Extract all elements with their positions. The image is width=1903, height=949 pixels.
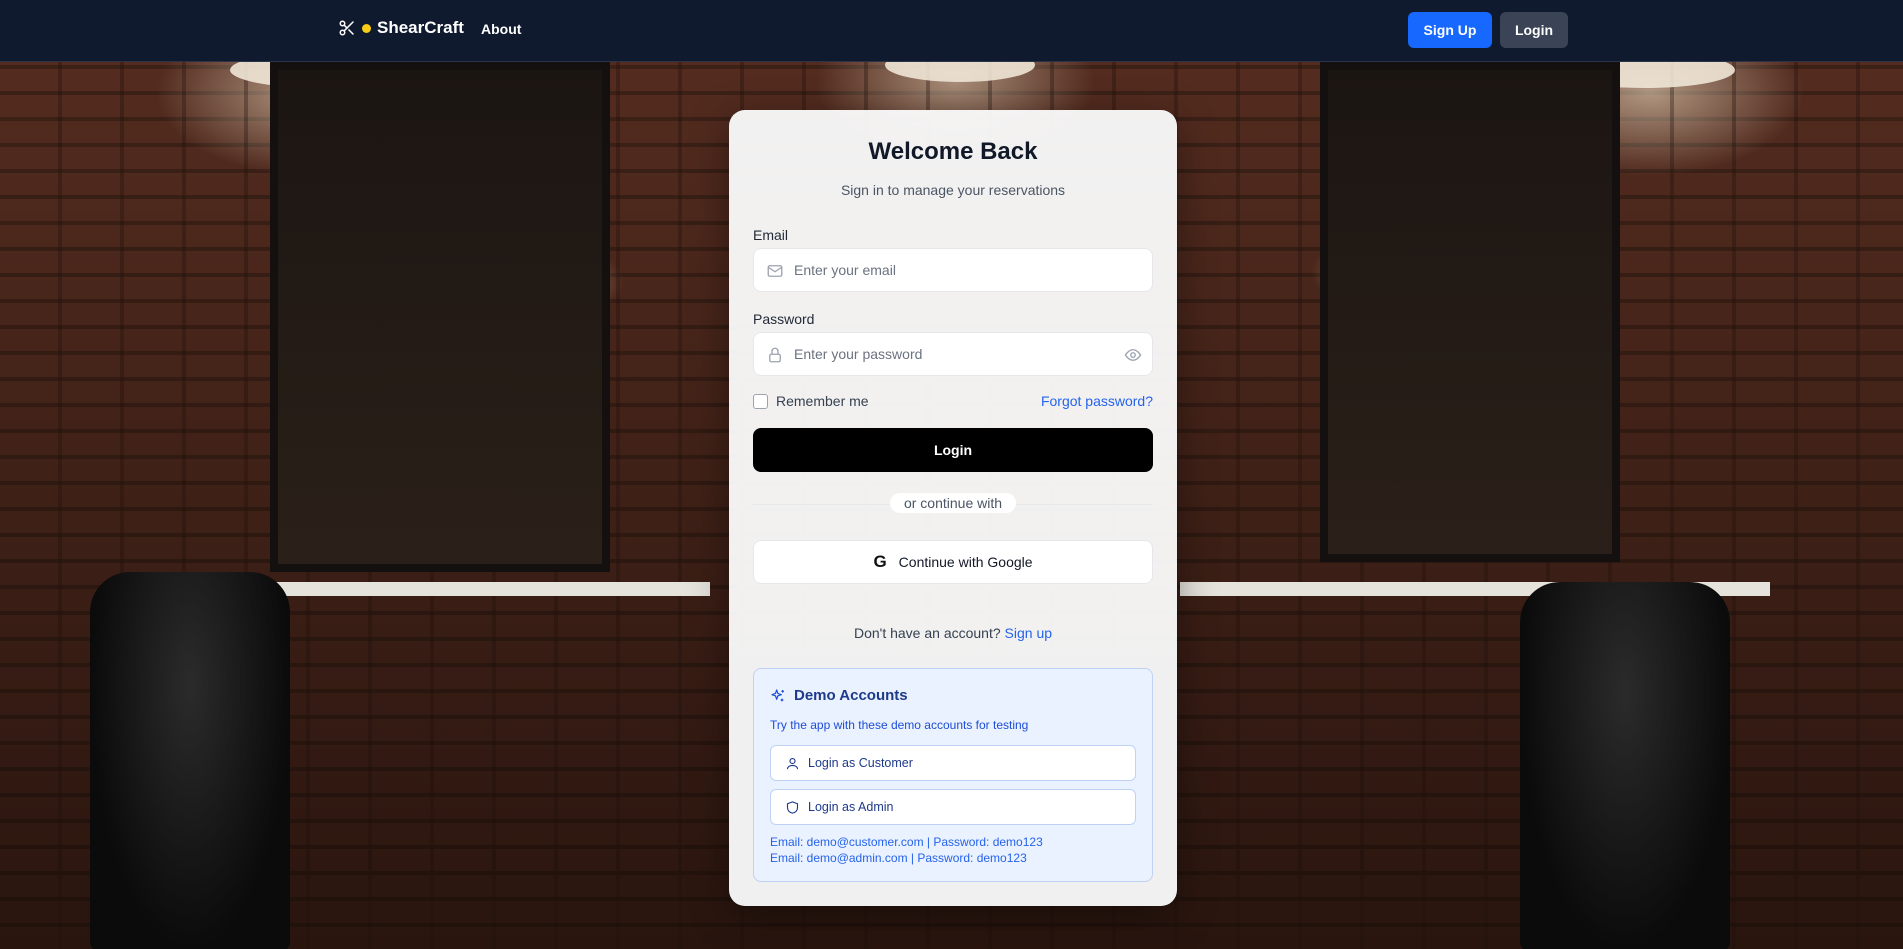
brand-dot	[362, 23, 371, 33]
login-nav-button[interactable]: Login	[1500, 12, 1568, 48]
no-account-text: Don't have an account?	[853, 625, 1001, 641]
remember-me[interactable]: Remember me	[753, 393, 869, 409]
navbar: ShearCraft About Sign Up Login	[0, 0, 1903, 62]
google-login-button[interactable]: G Continue with Google	[753, 540, 1153, 584]
sparkles-icon	[771, 688, 784, 701]
demo-title: Demo Accounts	[794, 687, 908, 704]
brand-name: ShearCraft	[377, 18, 464, 37]
google-button-label: Continue with Google	[898, 554, 1033, 570]
login-as-customer-button[interactable]: Login as Customer	[770, 745, 1136, 781]
email-field-wrapper	[753, 248, 1153, 292]
password-label: Password	[753, 311, 815, 327]
demo-description: Try the app with these demo accounts for…	[770, 718, 1029, 732]
customer-credentials: Email: demo@customer.com | Password: dem…	[770, 835, 1043, 849]
forgot-password-link[interactable]: Forgot password?	[1041, 393, 1153, 409]
password-field-wrapper	[753, 332, 1153, 376]
login-button[interactable]: Login	[753, 428, 1153, 472]
login-as-admin-button[interactable]: Login as Admin	[770, 789, 1136, 825]
page-title: Welcome Back	[868, 138, 1038, 165]
email-label: Email	[753, 227, 789, 243]
signup-button[interactable]: Sign Up	[1408, 12, 1492, 48]
nav-link-about[interactable]: About	[481, 21, 521, 37]
demo-accounts-panel: Demo Accounts Try the app with these dem…	[753, 668, 1153, 882]
brand-logo[interactable]: ShearCraft	[338, 18, 464, 38]
scissors-icon	[339, 20, 354, 36]
google-icon: G	[873, 552, 887, 571]
password-field[interactable]	[794, 333, 1114, 375]
page-subtitle: Sign in to manage your reservations	[840, 182, 1066, 198]
admin-credentials: Email: demo@admin.com | Password: demo12…	[770, 851, 1027, 865]
customer-button-label: Login as Customer	[808, 756, 913, 770]
mail-icon	[767, 265, 783, 277]
remember-checkbox[interactable]	[753, 393, 768, 409]
shield-icon	[786, 800, 799, 814]
admin-button-label: Login as Admin	[808, 800, 894, 814]
email-field[interactable]	[794, 249, 1114, 291]
signup-prompt: Don't have an account? Sign up	[729, 625, 1177, 641]
eye-icon[interactable]	[1124, 346, 1142, 364]
signup-link[interactable]: Sign up	[1005, 625, 1052, 641]
login-card: Welcome Back Sign in to manage your rese…	[729, 110, 1177, 906]
divider-text: or continue with	[889, 493, 1017, 513]
lock-icon	[769, 347, 781, 363]
user-icon	[786, 757, 799, 769]
remember-label: Remember me	[776, 393, 869, 409]
